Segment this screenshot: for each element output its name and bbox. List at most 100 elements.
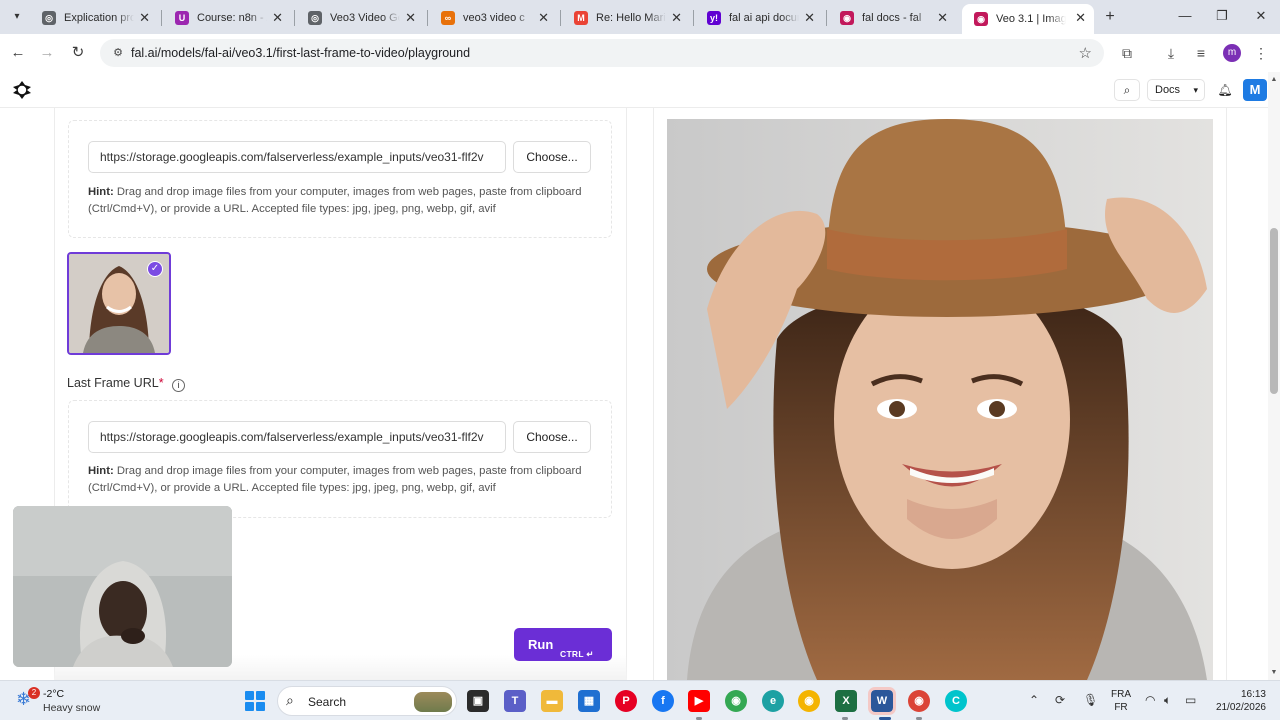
- run-button[interactable]: Run CTRL ↵: [514, 628, 612, 661]
- close-tab-icon[interactable]: ✕: [405, 10, 416, 26]
- forward-icon[interactable]: →: [37, 43, 57, 63]
- teams-icon[interactable]: T: [504, 690, 526, 712]
- new-tab-button[interactable]: +: [1100, 7, 1120, 27]
- excel-icon[interactable]: X: [835, 690, 857, 712]
- browser-tab[interactable]: ◉ Veo 3.1 | Image ✕: [962, 4, 1094, 34]
- lang-bottom: FR: [1114, 702, 1128, 713]
- browser-tab[interactable]: M Re: Hello Mariel ✕: [562, 4, 690, 32]
- weather-condition[interactable]: Heavy snow: [43, 702, 100, 714]
- run-shortcut: CTRL ↵: [560, 649, 594, 659]
- chrome-icon[interactable]: ◉: [725, 690, 747, 712]
- url-text[interactable]: fal.ai/models/fal-ai/veo3.1/first-last-f…: [131, 46, 470, 60]
- input-language[interactable]: FRA FR: [1111, 688, 1131, 714]
- browser-toolbar: ← → ↻ ⚙ fal.ai/models/fal-ai/veo3.1/firs…: [0, 34, 1280, 72]
- taskbar-search[interactable]: ⌕ Search: [277, 686, 457, 716]
- tab-favicon-icon: M: [574, 11, 588, 25]
- tab-separator: [294, 10, 295, 26]
- browser-tab[interactable]: ◎ Explication prom ✕: [30, 4, 158, 32]
- back-icon[interactable]: ←: [8, 43, 28, 63]
- bookmark-star-icon[interactable]: ☆: [1079, 44, 1092, 62]
- reload-icon[interactable]: ↻: [68, 43, 88, 63]
- temperature[interactable]: -2°C: [43, 688, 64, 700]
- tab-favicon-icon: ∞: [441, 11, 455, 25]
- tab-separator: [560, 10, 561, 26]
- tab-favicon-icon: ◉: [974, 12, 988, 26]
- browser-tab[interactable]: y! fal ai api docum ✕: [695, 4, 823, 32]
- app-header: ⌕ Docs ▾ 🔔︎ M: [0, 72, 1280, 108]
- tab-title: Veo3 Video Gene: [330, 12, 400, 24]
- last-frame-dropzone[interactable]: [68, 400, 612, 518]
- tab-search-chevron-icon[interactable]: ▾: [8, 8, 26, 26]
- minimize-button[interactable]: —: [1173, 6, 1197, 26]
- info-icon[interactable]: i: [172, 379, 186, 392]
- close-tab-icon[interactable]: ✕: [937, 10, 948, 26]
- close-window-button[interactable]: ✕: [1249, 6, 1273, 26]
- browser-tab-strip: ▾ ◎ Explication prom ✕ U Course: n8n - AI ✕ ◎ V…: [0, 0, 1280, 34]
- edge-icon[interactable]: e: [762, 690, 784, 712]
- pinterest-icon[interactable]: P: [615, 690, 637, 712]
- address-bar[interactable]: ⚙ fal.ai/models/fal-ai/veo3.1/first-last…: [100, 39, 1104, 67]
- tab-title: fal docs - fal: [862, 12, 922, 24]
- generated-image-preview: [667, 119, 1213, 680]
- canva-icon[interactable]: C: [945, 690, 967, 712]
- downloads-icon[interactable]: ⤓: [1161, 43, 1181, 63]
- first-frame-dropzone[interactable]: [68, 120, 612, 238]
- docs-dropdown[interactable]: Docs ▾: [1147, 79, 1205, 101]
- volume-icon[interactable]: 🔈︎: [1164, 693, 1171, 708]
- site-info-icon[interactable]: ⚙: [110, 45, 126, 61]
- start-windows-icon[interactable]: [245, 691, 265, 711]
- restore-button[interactable]: ❐: [1210, 6, 1234, 26]
- bell-icon[interactable]: 🔔︎: [1212, 79, 1238, 101]
- tab-title: Re: Hello Mariel: [596, 12, 666, 24]
- hint-text: Drag and drop image files from your comp…: [88, 465, 582, 494]
- last-frame-choose-button[interactable]: Choose...: [513, 421, 591, 453]
- sync-icon[interactable]: ⟳: [1055, 693, 1065, 707]
- facebook-icon[interactable]: f: [652, 690, 674, 712]
- wifi-icon[interactable]: ◠: [1145, 693, 1155, 707]
- first-frame-choose-button[interactable]: Choose...: [513, 141, 591, 173]
- extensions-icon[interactable]: ⧉: [1117, 43, 1137, 63]
- first-frame-thumbnail[interactable]: ✓: [67, 252, 171, 355]
- last-frame-hint: Hint: Drag and drop image files from you…: [88, 463, 588, 497]
- close-tab-icon[interactable]: ✕: [1075, 10, 1086, 26]
- browser-tab[interactable]: ◎ Veo3 Video Gene ✕: [296, 4, 424, 32]
- browser-tab[interactable]: ∞ veo3 video c ✕: [429, 4, 557, 32]
- search-icon[interactable]: ⌕: [1114, 79, 1140, 101]
- close-tab-icon[interactable]: ✕: [272, 10, 283, 26]
- browser-tab[interactable]: U Course: n8n - AI ✕: [163, 4, 291, 32]
- scroll-up-icon[interactable]: ▲: [1268, 74, 1280, 86]
- youtube-icon[interactable]: ▶: [688, 690, 710, 712]
- reading-list-icon[interactable]: ≡: [1191, 43, 1211, 63]
- close-tab-icon[interactable]: ✕: [671, 10, 682, 26]
- browser-menu-icon[interactable]: ⋮: [1251, 43, 1271, 63]
- microphone-icon[interactable]: 🎙︎: [1083, 693, 1098, 707]
- tab-title: veo3 video c: [463, 12, 525, 24]
- store-icon[interactable]: ▦: [578, 690, 600, 712]
- scrollbar-thumb[interactable]: [1270, 228, 1278, 394]
- tab-title: Veo 3.1 | Image: [996, 13, 1066, 25]
- fal-logo[interactable]: [12, 80, 32, 100]
- scroll-down-icon[interactable]: ▼: [1268, 667, 1280, 679]
- first-frame-url-input[interactable]: https://storage.googleapis.com/falserver…: [88, 141, 506, 173]
- chrome-canary-icon[interactable]: ◉: [798, 690, 820, 712]
- word-icon[interactable]: W: [868, 687, 896, 715]
- chrome-profile-icon[interactable]: ◉: [908, 690, 930, 712]
- battery-icon[interactable]: ▭: [1185, 693, 1196, 707]
- file-explorer-icon[interactable]: ▬: [541, 690, 563, 712]
- search-icon: ⌕: [286, 692, 294, 708]
- close-tab-icon[interactable]: ✕: [139, 10, 150, 26]
- profile-avatar[interactable]: m: [1223, 44, 1241, 62]
- browser-tab[interactable]: ◉ fal docs - fal ✕: [828, 4, 956, 32]
- hint-label: Hint:: [88, 465, 114, 477]
- last-frame-label-text: Last Frame URL: [67, 376, 159, 390]
- tray-chevron-up-icon[interactable]: ⌃: [1029, 693, 1039, 707]
- tab-separator: [826, 10, 827, 26]
- tab-separator: [693, 10, 694, 26]
- task-view-icon[interactable]: ▣: [467, 690, 489, 712]
- close-tab-icon[interactable]: ✕: [538, 10, 549, 26]
- chevron-down-icon: ▾: [1193, 85, 1198, 95]
- user-avatar[interactable]: M: [1243, 79, 1267, 101]
- system-clock[interactable]: 16:13 21/02/2026: [1208, 688, 1266, 714]
- close-tab-icon[interactable]: ✕: [804, 10, 815, 26]
- last-frame-url-input[interactable]: https://storage.googleapis.com/falserver…: [88, 421, 506, 453]
